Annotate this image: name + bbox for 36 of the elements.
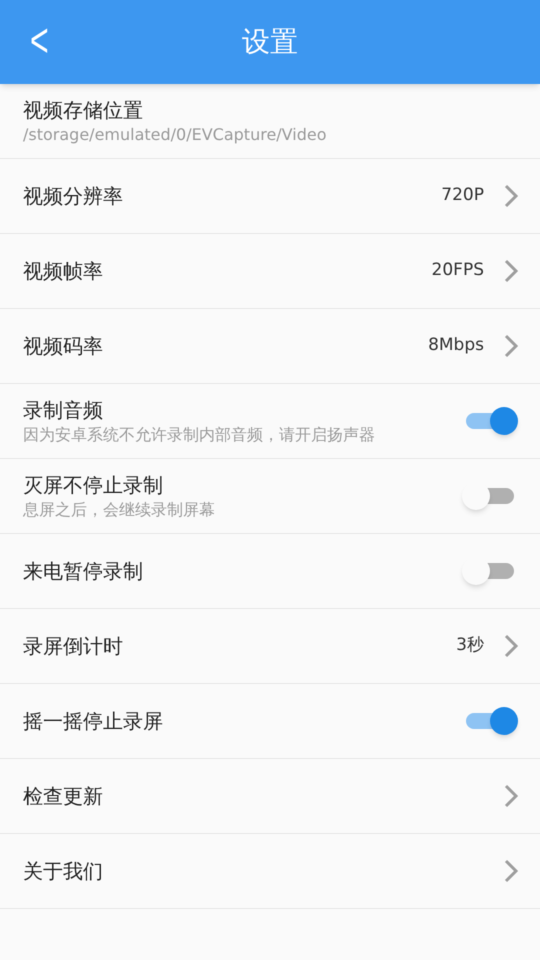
settings-row[interactable]: 视频分辨率 720P [0, 159, 540, 234]
settings-row[interactable]: 摇一摇停止录屏 [0, 684, 540, 759]
setting-title: 视频分辨率 [23, 183, 123, 210]
chevron-right-icon [504, 784, 518, 808]
setting-description: 息屏之后，会继续录制屏幕 [23, 499, 215, 521]
setting-value: 20FPS [432, 259, 484, 282]
page-title: 设置 [242, 24, 298, 60]
chevron-right-icon [504, 184, 518, 208]
chevron-right-icon [504, 334, 518, 358]
chevron-right-icon [504, 859, 518, 883]
settings-row[interactable]: 录制音频 因为安卓系统不允许录制内部音频，请开启扬声器 [0, 384, 540, 459]
settings-row[interactable]: 视频帧率 20FPS [0, 234, 540, 309]
settings-row[interactable]: 来电暂停录制 [0, 534, 540, 609]
chevron-right-icon [504, 259, 518, 283]
setting-title: 录制音频 [23, 397, 104, 424]
setting-title: 灭屏不停止录制 [23, 472, 164, 499]
settings-row[interactable]: 灭屏不停止录制 息屏之后，会继续录制屏幕 [0, 459, 540, 534]
setting-title: 视频码率 [23, 333, 103, 360]
settings-row[interactable]: 视频码率 8Mbps [0, 309, 540, 384]
setting-value: 720P [441, 184, 484, 208]
setting-description: 因为安卓系统不允许录制内部音频，请开启扬声器 [23, 424, 375, 446]
setting-title: 视频存储位置 [23, 97, 144, 124]
setting-title: 录屏倒计时 [23, 633, 123, 660]
setting-title: 视频帧率 [23, 258, 103, 285]
setting-title: 检查更新 [23, 783, 103, 810]
settings-row[interactable]: 关于我们 [0, 834, 540, 909]
settings-row[interactable]: 录屏倒计时 3秒 [0, 609, 540, 684]
setting-value: 3秒 [456, 634, 484, 658]
setting-value: 8Mbps [428, 334, 484, 358]
chevron-right-icon [504, 634, 518, 658]
setting-title: 摇一摇停止录屏 [23, 708, 163, 735]
setting-title: 来电暂停录制 [23, 558, 143, 585]
settings-row[interactable]: 检查更新 [0, 759, 540, 834]
settings-row[interactable]: 视频存储位置 /storage/emulated/0/EVCapture/Video [0, 84, 540, 159]
setting-title: 关于我们 [23, 858, 103, 885]
setting-description: /storage/emulated/0/EVCapture/Video [23, 124, 327, 146]
